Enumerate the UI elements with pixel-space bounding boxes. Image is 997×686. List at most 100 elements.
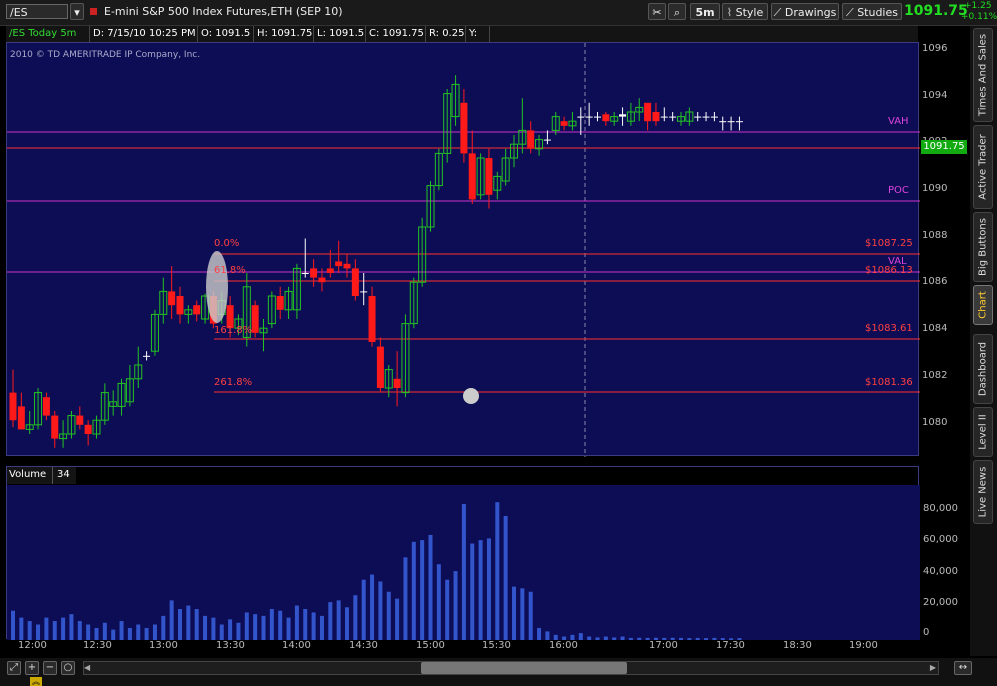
volume-bar [236,622,241,640]
candle-body [176,296,184,315]
volume-tick: 40,000 [923,566,958,577]
chart-name[interactable]: /ES Today 5m [6,26,90,42]
fib-0-price: $1087.25 [865,238,913,249]
volume-bar [136,624,141,640]
collapse-arrow-icon[interactable]: ︽ [30,677,42,686]
candle-body [468,153,476,200]
time-tick: 17:00 [649,640,678,651]
candle-body [694,116,702,118]
zoom-in-icon[interactable]: + [25,661,39,675]
price-axis[interactable]: 1096 1094 1092 1090 1088 1086 1084 1082 … [919,42,969,456]
tab-times-and-sales[interactable]: Times And Sales [973,28,993,122]
candle-body [343,263,351,269]
volume-bar [27,621,32,640]
candle-body [727,121,735,123]
volume-bar [495,502,500,640]
time-tick: 13:30 [216,640,245,651]
highlight-circle [463,388,479,404]
volume-tick: 0 [923,627,930,638]
tab-live-news[interactable]: Live News [973,460,993,524]
time-tick: 19:00 [849,640,878,651]
volume-bar [395,598,400,640]
volume-bar [228,619,233,640]
volume-bar [378,581,383,640]
volume-panel[interactable] [6,466,920,640]
candle-body [485,158,493,195]
bar-open: O: 1091.5 [198,26,254,42]
bar-y: Y: [466,26,490,42]
time-tick: 16:00 [549,640,578,651]
candle-body [326,268,334,273]
style-button[interactable]: ⌇ Style [722,3,768,20]
volume-axis[interactable]: 80,000 60,000 40,000 20,000 0 [919,466,969,639]
volume-bar [278,610,283,640]
symbol-dropdown-icon[interactable]: ▾ [70,3,84,20]
price-tick: 1090 [922,183,948,194]
volume-bar [528,591,533,640]
price-chart-panel[interactable]: 2010 © TD AMERITRADE IP Company, Inc. VA… [6,42,920,457]
candle-body [644,102,652,122]
scroll-right-icon[interactable]: ▶ [930,663,936,672]
candle-body [318,277,326,283]
time-tick: 13:00 [149,640,178,651]
candle-body [335,261,343,267]
price-chart-svg[interactable] [7,43,920,457]
instrument-description: E-mini S&P 500 Index Futures,ETH (SEP 10… [104,5,343,18]
candle-body [669,116,677,118]
volume-tick: 20,000 [923,597,958,608]
link-square-icon[interactable] [90,8,97,15]
scroll-left-icon[interactable]: ◀ [84,663,90,672]
candle-body [143,355,151,357]
candle-body [619,114,627,117]
tab-big-buttons[interactable]: Big Buttons [973,212,993,282]
time-axis[interactable]: 12:00 12:30 13:00 13:30 14:00 14:30 15:0… [6,639,919,655]
chart-info-bar: /ES Today 5m D: 7/15/10 10:25 PM O: 1091… [6,26,918,42]
candle-body [310,268,318,278]
timeframe-button[interactable]: 5m [690,3,720,20]
candle-body [168,291,176,306]
tab-level-ii[interactable]: Level II [973,407,993,457]
volume-bar [61,617,66,640]
volume-bar [102,622,107,640]
studies-button[interactable]: ⟋ Studies [842,3,902,20]
tab-chart[interactable]: Chart [973,285,993,325]
time-tick: 14:00 [282,640,311,651]
fit-width-icon[interactable]: ↔ [954,661,972,675]
candle-body [368,296,376,342]
magnifier-icon[interactable]: ⌕ [668,3,686,20]
candle-body [9,392,17,421]
volume-bar [328,602,333,640]
volume-bar [69,614,74,640]
volume-bar [119,621,124,640]
fib-2618-label: 261.8% [214,377,253,388]
horizontal-scrollbar[interactable]: ◀ ▶ [83,661,939,675]
fib-0-label: 0.0% [214,238,240,249]
volume-bar [336,600,341,640]
candle-body [251,305,259,333]
zoom-out-icon[interactable]: − [43,661,57,675]
volume-bar [311,612,316,640]
scissors-icon[interactable]: ✂ [648,3,666,20]
fib-2618-price: $1081.36 [865,377,913,388]
price-tick: 1096 [922,43,948,54]
volume-bar [512,586,516,640]
style-chart-icon: ⌇ [726,6,733,19]
volume-bar [370,574,375,640]
zoom-reset-icon[interactable]: ○ [61,661,75,675]
volume-bar [286,617,291,640]
style-label: Style [735,6,764,19]
volume-bar [353,595,358,640]
expand-icon[interactable]: ⤢ [7,661,21,675]
symbol-input[interactable]: /ES [6,4,68,19]
tab-dashboard[interactable]: Dashboard [973,334,993,404]
candle-body [84,424,92,434]
candle-body [527,130,535,149]
volume-bar [303,609,308,640]
candle-body [351,268,359,296]
volume-bar [411,541,416,640]
scrollbar-thumb[interactable] [421,662,627,674]
drawings-button[interactable]: ⟋ Drawings [771,3,839,20]
candle-body [719,121,727,123]
volume-chart-svg[interactable] [7,467,920,640]
tab-active-trader[interactable]: Active Trader [973,125,993,209]
